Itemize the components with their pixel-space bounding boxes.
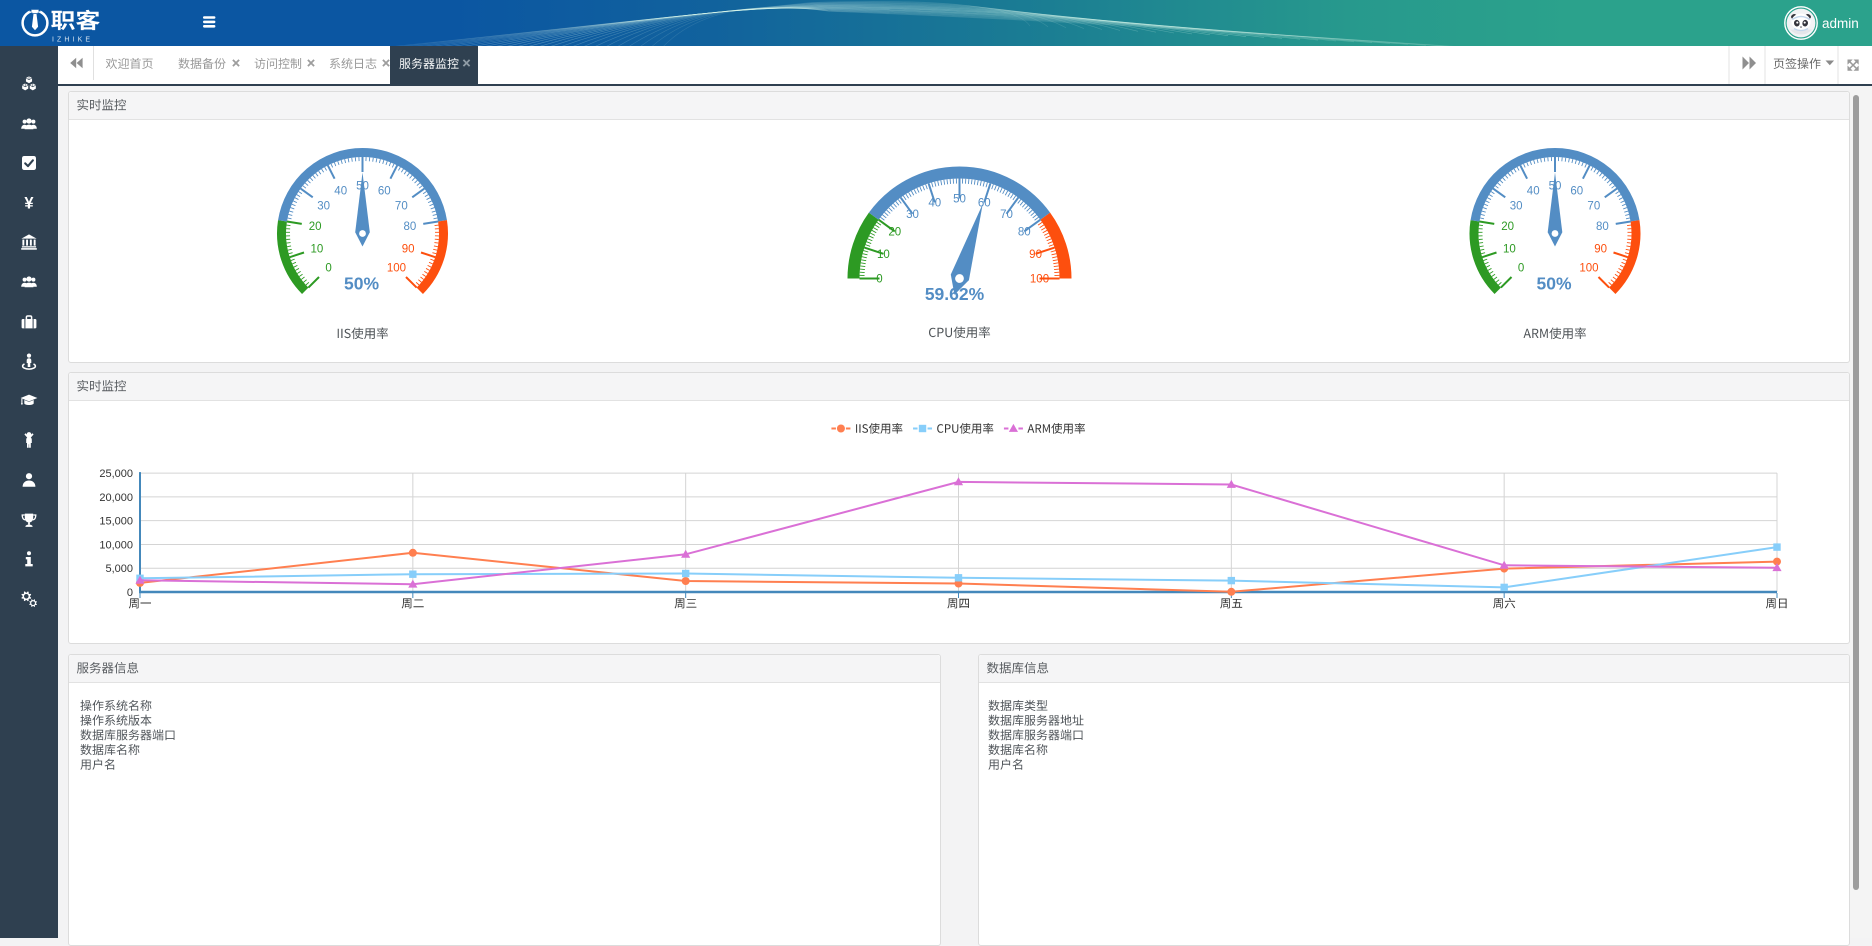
svg-text:15,000: 15,000 (99, 515, 133, 527)
svg-text:70: 70 (1587, 200, 1600, 212)
svg-text:100: 100 (1030, 274, 1049, 286)
svg-text:60: 60 (1570, 186, 1583, 198)
svg-text:10: 10 (1503, 243, 1516, 255)
svg-text:80: 80 (1018, 226, 1031, 238)
svg-text:IZHIKE: IZHIKE (52, 37, 93, 44)
svg-text:59.62%: 59.62% (925, 284, 985, 304)
svg-text:40: 40 (1527, 186, 1540, 198)
svg-text:80: 80 (1596, 221, 1609, 233)
svg-text:50: 50 (953, 194, 966, 206)
svg-text:0: 0 (127, 587, 133, 599)
svg-text:90: 90 (402, 243, 415, 255)
svg-text:0: 0 (1518, 262, 1524, 274)
svg-text:90: 90 (1029, 249, 1042, 261)
svg-text:100: 100 (1579, 262, 1598, 274)
svg-text:20: 20 (1501, 221, 1514, 233)
svg-text:50%: 50% (1536, 274, 1571, 294)
svg-text:5,000: 5,000 (105, 563, 133, 575)
svg-text:20,000: 20,000 (99, 491, 133, 503)
svg-text:30: 30 (906, 209, 919, 221)
svg-text:10,000: 10,000 (99, 539, 133, 551)
svg-text:100: 100 (387, 262, 406, 274)
svg-text:60: 60 (978, 197, 991, 209)
svg-text:50%: 50% (344, 274, 379, 294)
svg-text:10: 10 (310, 243, 323, 255)
svg-text:40: 40 (928, 197, 941, 209)
svg-text:20: 20 (888, 226, 901, 238)
svg-text:60: 60 (378, 186, 391, 198)
svg-text:30: 30 (317, 200, 330, 212)
svg-text:20: 20 (309, 221, 322, 233)
svg-text:0: 0 (876, 274, 882, 286)
svg-text:0: 0 (325, 262, 331, 274)
svg-text:40: 40 (334, 186, 347, 198)
svg-text:70: 70 (395, 200, 408, 212)
svg-text:¥: ¥ (24, 194, 34, 212)
svg-text:80: 80 (404, 221, 417, 233)
svg-text:90: 90 (1594, 243, 1607, 255)
svg-text:10: 10 (877, 249, 890, 261)
svg-text:25,000: 25,000 (99, 468, 133, 480)
svg-text:30: 30 (1510, 200, 1523, 212)
svg-text:70: 70 (1000, 209, 1013, 221)
